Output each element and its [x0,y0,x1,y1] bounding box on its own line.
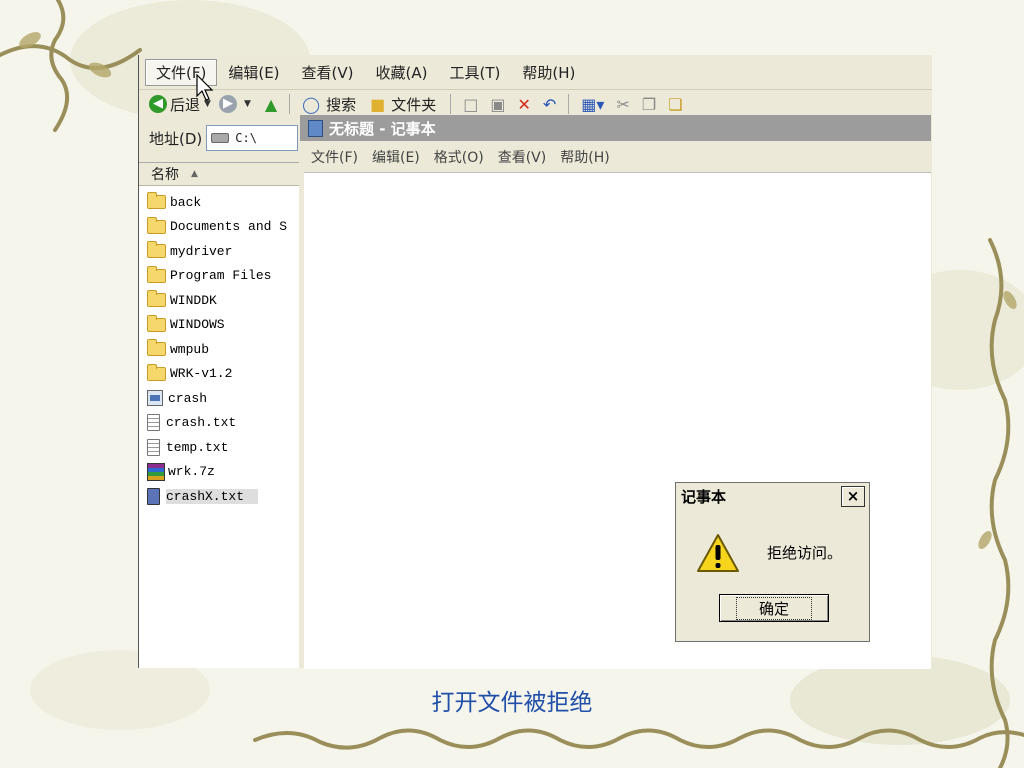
address-bar: 地址(D) C:\ [139,123,299,153]
address-label: 地址(D) [149,129,203,148]
dropdown-arrow-icon: ▼ [243,99,251,109]
folder-icon [147,290,166,308]
paste-icon[interactable]: ❏ [668,95,682,114]
search-icon: ◯ [302,94,321,114]
file-name: mydriver [170,243,233,259]
notepad-titlebar[interactable]: 无标题 - 记事本 [300,115,931,141]
forward-arrow-icon: ▶ [218,95,237,113]
column-header-name[interactable]: 名称 ▲ [139,163,299,186]
views-icon[interactable]: ▦▾ [581,95,604,114]
folder-icon: ■ [370,94,386,114]
up-folder-icon[interactable]: ▲ [265,95,277,114]
dialog-titlebar[interactable]: 记事本 × [676,483,869,509]
close-button[interactable]: × [841,485,865,507]
np-menu-edit[interactable]: 编辑(E) [372,147,420,167]
file-name: crash.txt [166,415,237,431]
file-name: Program Files [170,268,272,284]
exe-icon [147,390,163,407]
copy-to-icon[interactable]: ▣ [490,95,505,114]
notepad-icon [308,119,323,137]
file-list-item[interactable]: back [147,190,299,215]
text-file-icon [147,414,160,432]
address-value: C:\ [235,131,257,145]
folder-icon [147,192,166,210]
toolbar-separator [450,94,452,114]
ok-button-label: 确定 [735,596,812,620]
toolbar-separator [289,94,291,114]
folders-button[interactable]: ■ 文件夹 [364,94,436,115]
np-menu-help[interactable]: 帮助(H) [560,147,609,167]
warning-icon [697,534,739,572]
file-list-item[interactable]: WRK-v1.2 [147,362,299,387]
ok-button[interactable]: 确定 [719,594,829,622]
sort-ascending-icon: ▲ [191,169,198,179]
explorer-menubar: 文件(F) 编辑(E) 查看(V) 收藏(A) 工具(T) 帮助(H) [139,55,932,90]
file-list-item[interactable]: crash [147,386,299,411]
menu-edit[interactable]: 编辑(E) [217,62,290,83]
file-name: crashX.txt [166,488,259,504]
file-list-item[interactable]: wmpub [147,337,299,362]
explorer-toolbar: ◀ 后退 ▼ ▶ ▼ ▲ ◯ 搜索 ■ 文件夹 □ ▣ ✕ ↶ ▦▾ ✂ ❐ ❏ [139,90,932,118]
folder-icon [147,241,166,259]
toolbar-separator [568,94,570,114]
file-list-item[interactable]: temp.txt [147,435,299,460]
column-header-label: 名称 [151,167,179,183]
np-menu-view[interactable]: 查看(V) [498,147,547,167]
file-list-item[interactable]: crash.txt [147,411,299,436]
cut-icon[interactable]: ✂ [616,95,629,114]
archive-icon [147,462,165,481]
file-name: crash [168,390,208,406]
np-menu-format[interactable]: 格式(O) [434,147,484,167]
menu-tools[interactable]: 工具(T) [438,62,511,83]
folder-icon [147,363,166,381]
file-name: temp.txt [166,439,229,455]
file-list-pane: 名称 ▲ back Documents and S mydriver Program … [139,162,299,668]
file-list-item[interactable]: Documents and S [147,215,299,240]
mouse-cursor-icon [196,74,214,101]
notepad-title: 无标题 - 记事本 [329,119,436,138]
folders-button-label: 文件夹 [391,95,437,114]
file-list-item[interactable]: WINDDK [147,288,299,313]
menu-favorites[interactable]: 收藏(A) [365,62,439,83]
file-name: WINDOWS [170,317,225,333]
delete-icon[interactable]: ✕ [517,95,530,114]
notepad-menubar: 文件(F) 编辑(E) 格式(O) 查看(V) 帮助(H) [304,142,931,172]
slide-caption: 打开文件被拒绝 [431,690,593,716]
folder-icon [147,265,166,283]
file-list: back Documents and S mydriver Program Files… [139,186,299,509]
folder-icon [147,339,166,357]
file-list-item[interactable]: Program Files [147,264,299,289]
dialog-message: 拒绝访问。 [767,544,843,562]
undo-icon[interactable]: ↶ [543,95,556,114]
file-name: back [170,194,202,210]
text-file-icon [147,438,160,456]
menu-help[interactable]: 帮助(H) [511,62,586,83]
move-to-icon[interactable]: □ [463,95,478,114]
search-button[interactable]: ◯ 搜索 [296,94,356,115]
np-menu-file[interactable]: 文件(F) [311,147,358,167]
menu-view[interactable]: 查看(V) [291,62,365,83]
forward-button[interactable]: ▶ ▼ [218,95,251,113]
text-file-icon [147,487,160,505]
address-input[interactable]: C:\ [206,125,299,151]
close-icon: × [846,487,860,505]
copy-icon[interactable]: ❐ [642,95,656,114]
file-name: WRK-v1.2 [170,366,233,382]
access-denied-dialog: 记事本 × 拒绝访问。 确定 [675,482,870,642]
file-name: wmpub [170,341,210,357]
file-list-item[interactable]: wrk.7z [147,460,299,485]
file-name: WINDDK [170,292,217,308]
file-list-item[interactable]: crashX.txt [147,484,299,509]
folder-icon [147,216,166,234]
file-name: Documents and S [170,219,288,235]
folder-icon [147,314,166,332]
dialog-title: 记事本 [681,487,727,506]
search-button-label: 搜索 [326,95,357,114]
drive-icon [211,133,230,143]
file-list-item[interactable]: WINDOWS [147,313,299,338]
file-name: wrk.7z [168,464,215,480]
back-arrow-icon: ◀ [149,95,167,113]
file-list-item[interactable]: mydriver [147,239,299,264]
